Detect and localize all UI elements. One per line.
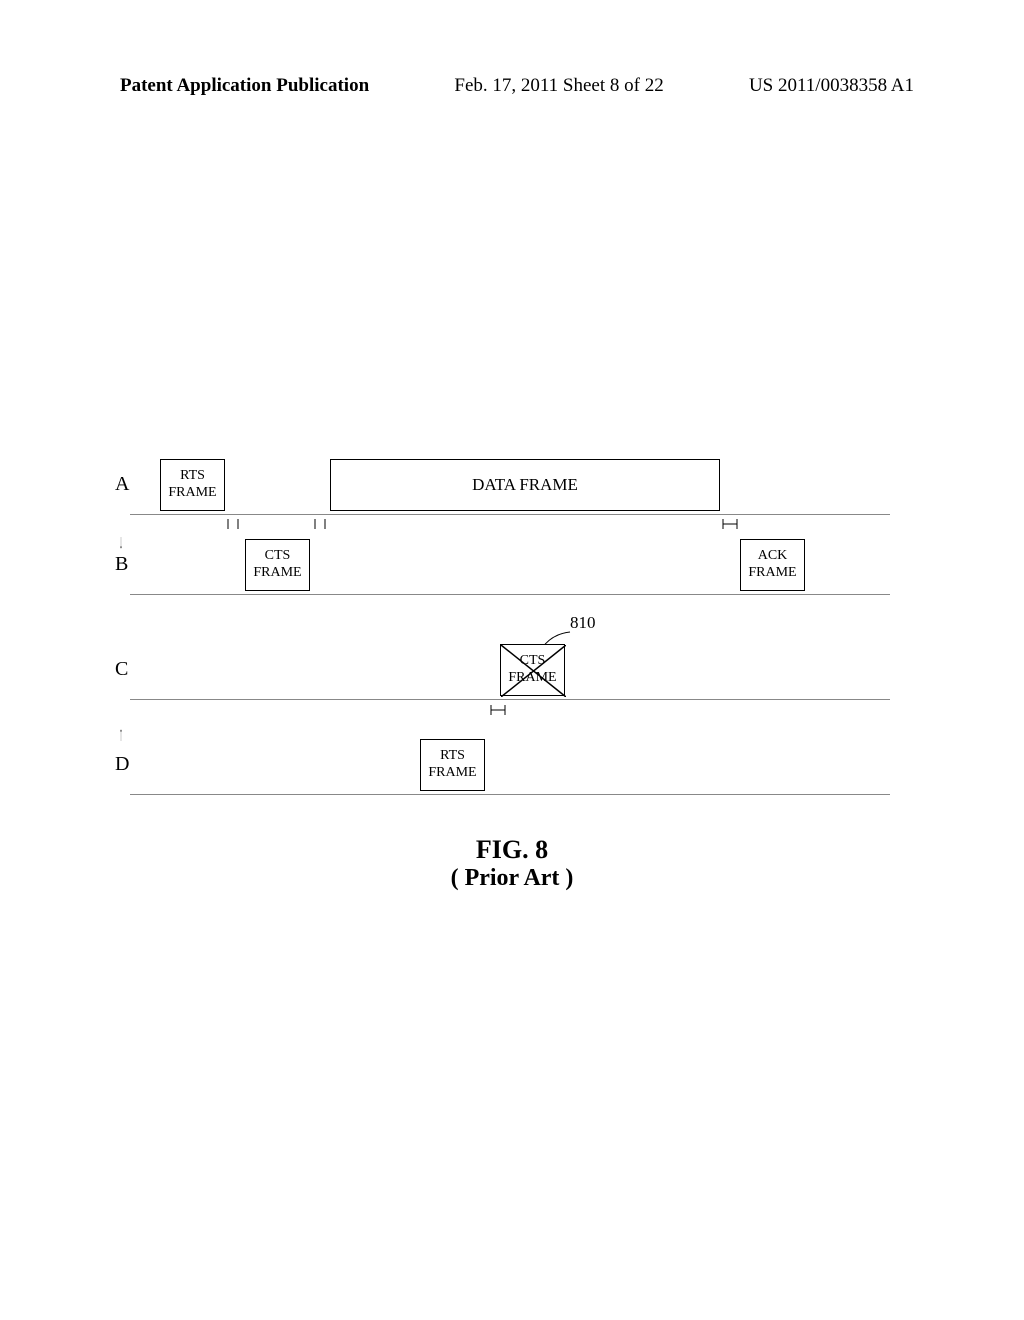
rts-frame-text: RTS FRAME (421, 748, 484, 782)
header-publication: Patent Application Publication (120, 75, 369, 97)
row-node-b: B CTS FRAME ACK FRAME (130, 535, 890, 595)
page-header: Patent Application Publication Feb. 17, … (0, 75, 1024, 97)
cts-frame-text: CTS FRAME (246, 548, 309, 582)
cts-frame-text: CTS FRAME (501, 653, 564, 687)
data-frame-text: DATA FRAME (331, 475, 719, 495)
gap-marker-icon (488, 703, 510, 722)
label-c: C (115, 658, 128, 681)
row-node-d: D RTS FRAME (130, 735, 890, 795)
cts-frame-b: CTS FRAME (245, 539, 310, 591)
figure-caption: FIG. 8 ( Prior Art ) (0, 835, 1024, 892)
header-patent-number: US 2011/0038358 A1 (749, 75, 914, 97)
label-a: A (115, 473, 129, 496)
gap-marker-icon (225, 517, 245, 536)
gap-marker-icon (312, 517, 332, 536)
timing-diagram: A RTS FRAME DATA FRAME B CTS FRAME ACK F… (130, 455, 890, 825)
gap-marker-icon (720, 517, 742, 536)
rts-frame-a: RTS FRAME (160, 459, 225, 511)
header-date-sheet: Feb. 17, 2011 Sheet 8 of 22 (454, 75, 663, 97)
ack-frame-b: ACK FRAME (740, 539, 805, 591)
row-node-a: A RTS FRAME DATA FRAME (130, 455, 890, 515)
rts-frame-d: RTS FRAME (420, 739, 485, 791)
figure-subtitle: ( Prior Art ) (0, 865, 1024, 892)
label-b: B (115, 553, 128, 576)
figure-number: FIG. 8 (0, 835, 1024, 865)
data-frame-a: DATA FRAME (330, 459, 720, 511)
row-node-c: C CTS FRAME (130, 640, 890, 700)
cts-frame-c-cancelled: CTS FRAME (500, 644, 565, 696)
rts-frame-text: RTS FRAME (161, 468, 224, 502)
label-d: D (115, 753, 129, 776)
ack-frame-text: ACK FRAME (741, 548, 804, 582)
